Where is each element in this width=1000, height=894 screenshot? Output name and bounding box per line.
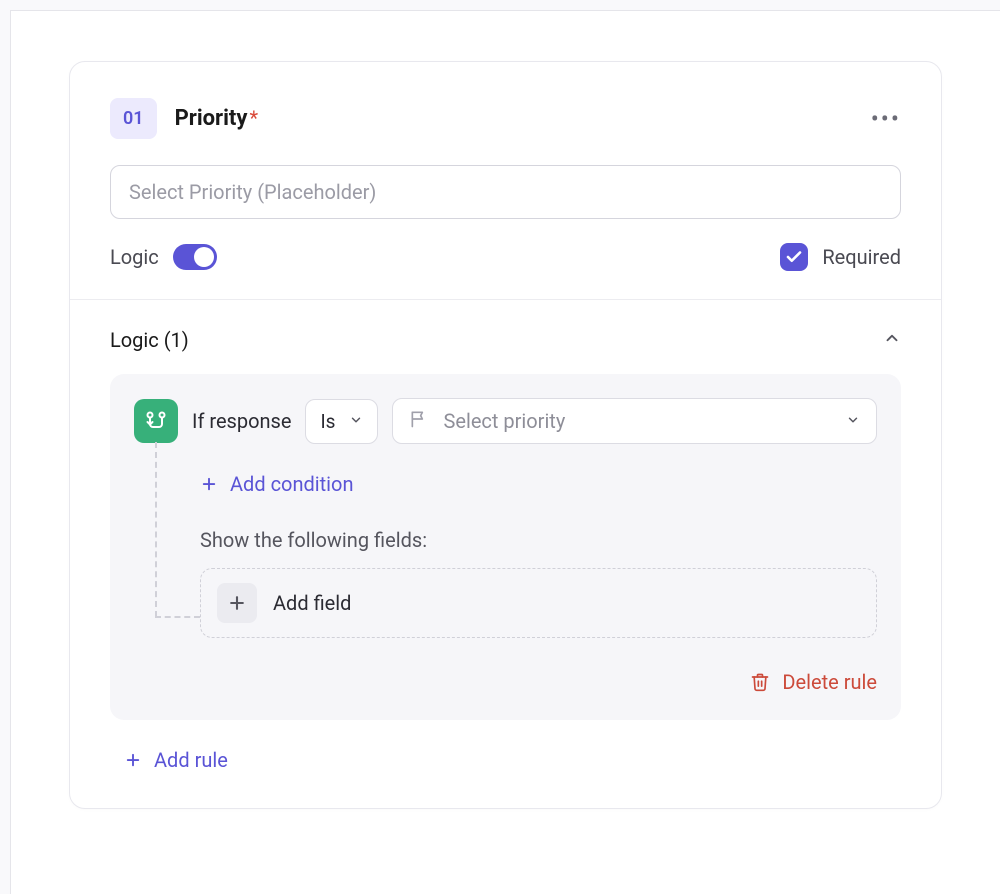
- trash-icon: [750, 672, 770, 692]
- plus-icon: [200, 475, 218, 493]
- logic-toggle[interactable]: [173, 244, 217, 270]
- chevron-down-icon: [846, 412, 860, 431]
- field-card: 01 Priority* ••• Select Priority (Placeh…: [69, 61, 942, 809]
- connector-line: [155, 442, 157, 617]
- add-field-button[interactable]: Add field: [200, 568, 877, 638]
- if-response-label: If response: [192, 409, 291, 433]
- condition-value-select[interactable]: Select priority: [392, 398, 877, 444]
- priority-select-field[interactable]: Select Priority (Placeholder): [110, 165, 901, 219]
- logic-toggle-label: Logic: [110, 245, 159, 269]
- connector-line-horizontal: [155, 616, 200, 618]
- logic-branch-icon: [134, 399, 178, 443]
- field-number-badge: 01: [110, 98, 157, 139]
- rule-container: If response Is Select priority: [110, 374, 901, 720]
- flag-icon: [409, 409, 429, 433]
- logic-section-title: Logic (1): [110, 328, 189, 352]
- required-label: Required: [822, 245, 901, 269]
- required-checkbox[interactable]: [780, 243, 808, 271]
- plus-square-icon: [217, 583, 257, 623]
- operator-select[interactable]: Is: [305, 399, 378, 444]
- chevron-down-icon: [349, 412, 363, 431]
- delete-rule-button[interactable]: Delete rule: [134, 670, 877, 694]
- add-condition-button[interactable]: Add condition: [200, 472, 877, 496]
- add-rule-button[interactable]: Add rule: [124, 748, 901, 772]
- add-condition-label: Add condition: [230, 472, 354, 496]
- collapse-logic-button[interactable]: [883, 329, 901, 351]
- field-title: Priority: [175, 106, 248, 131]
- show-fields-label: Show the following fields:: [200, 528, 877, 552]
- field-title-wrapper: Priority*: [175, 106, 259, 131]
- operator-value: Is: [320, 410, 335, 433]
- add-field-label: Add field: [273, 591, 351, 615]
- condition-value-placeholder: Select priority: [443, 409, 832, 433]
- plus-icon: [124, 751, 142, 769]
- required-asterisk: *: [249, 106, 258, 130]
- add-rule-label: Add rule: [154, 748, 228, 772]
- delete-rule-label: Delete rule: [782, 670, 877, 694]
